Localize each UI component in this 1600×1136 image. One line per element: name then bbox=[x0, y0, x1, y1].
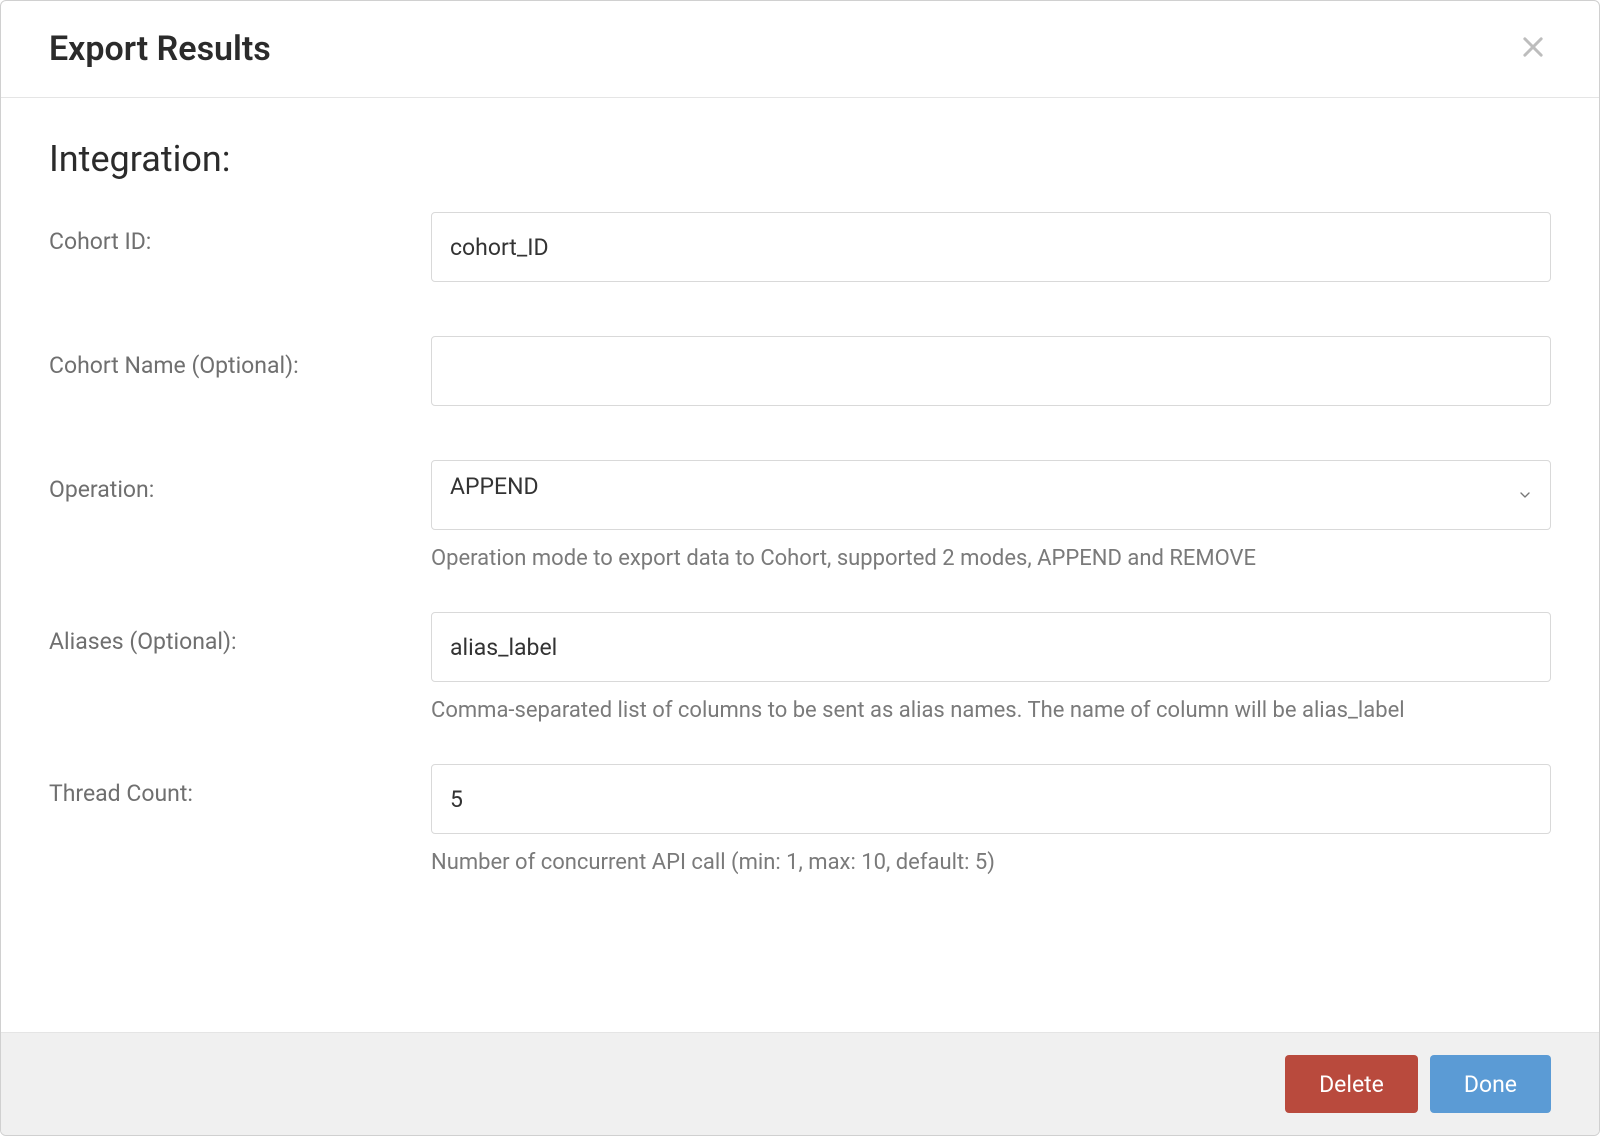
modal-body: Integration: Cohort ID: Cohort Name (Opt… bbox=[1, 98, 1599, 1032]
aliases-control: Comma-separated list of columns to be se… bbox=[431, 612, 1551, 728]
operation-help: Operation mode to export data to Cohort,… bbox=[431, 542, 1551, 576]
aliases-label: Aliases (Optional): bbox=[49, 612, 431, 655]
export-results-modal: Export Results Integration: Cohort ID: C… bbox=[0, 0, 1600, 1136]
modal-footer: Delete Done bbox=[1, 1032, 1599, 1135]
cohort-id-row: Cohort ID: bbox=[49, 212, 1551, 282]
operation-label: Operation: bbox=[49, 460, 431, 503]
operation-control: APPEND Operation mode to export data to … bbox=[431, 460, 1551, 576]
aliases-row: Aliases (Optional): Comma-separated list… bbox=[49, 612, 1551, 728]
close-button[interactable] bbox=[1515, 31, 1551, 67]
done-button[interactable]: Done bbox=[1430, 1055, 1551, 1113]
cohort-id-control bbox=[431, 212, 1551, 282]
thread-count-label: Thread Count: bbox=[49, 764, 431, 807]
aliases-input[interactable] bbox=[431, 612, 1551, 682]
cohort-id-label: Cohort ID: bbox=[49, 212, 431, 255]
modal-title: Export Results bbox=[49, 29, 271, 69]
thread-count-help: Number of concurrent API call (min: 1, m… bbox=[431, 846, 1551, 880]
cohort-id-input[interactable] bbox=[431, 212, 1551, 282]
delete-button[interactable]: Delete bbox=[1285, 1055, 1418, 1113]
close-icon bbox=[1519, 33, 1547, 65]
thread-count-control: Number of concurrent API call (min: 1, m… bbox=[431, 764, 1551, 880]
operation-row: Operation: APPEND Operation mode to expo… bbox=[49, 460, 1551, 576]
thread-count-row: Thread Count: Number of concurrent API c… bbox=[49, 764, 1551, 880]
operation-select-wrap: APPEND bbox=[431, 460, 1551, 530]
aliases-help: Comma-separated list of columns to be se… bbox=[431, 694, 1551, 728]
cohort-name-label: Cohort Name (Optional): bbox=[49, 336, 431, 379]
thread-count-input[interactable] bbox=[431, 764, 1551, 834]
cohort-name-row: Cohort Name (Optional): bbox=[49, 336, 1551, 406]
section-title: Integration: bbox=[49, 138, 1551, 180]
cohort-name-input[interactable] bbox=[431, 336, 1551, 406]
cohort-name-control bbox=[431, 336, 1551, 406]
operation-select[interactable]: APPEND bbox=[431, 460, 1551, 530]
modal-header: Export Results bbox=[1, 1, 1599, 98]
